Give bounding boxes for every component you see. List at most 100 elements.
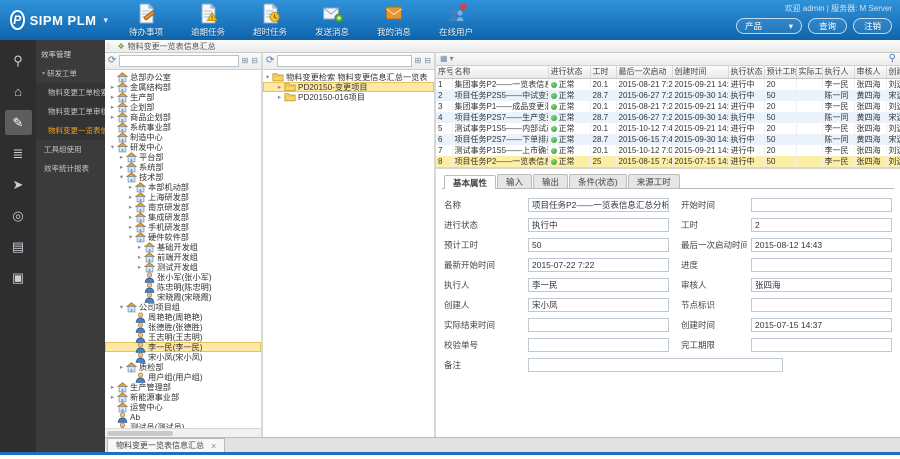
expand-all-icon[interactable]: ⊞ xyxy=(242,57,249,65)
sidebar-item-0[interactable]: ▾研发工单 xyxy=(36,64,105,83)
expand-arrow-icon[interactable]: ▸ xyxy=(108,383,117,391)
expand-all-icon[interactable]: ⊞ xyxy=(415,57,422,65)
field-value[interactable] xyxy=(751,298,892,312)
tree-node[interactable]: ▸金属结构部 xyxy=(105,82,261,92)
refresh-icon[interactable]: ⟳ xyxy=(108,56,116,66)
expand-arrow-icon[interactable]: ▸ xyxy=(135,263,144,271)
refresh-icon[interactable]: ⟳ xyxy=(266,56,274,66)
bottom-tab-active[interactable]: 物料变更一览表信息汇总 × xyxy=(107,438,225,452)
org-tree-hscrollbar[interactable] xyxy=(105,428,261,437)
column-header[interactable]: 执行状态 xyxy=(728,66,764,78)
tree-node[interactable]: ▾研发中心 xyxy=(105,142,261,152)
monitor-icon[interactable]: ▣ xyxy=(5,265,32,290)
detail-tab-1[interactable]: 输入 xyxy=(497,174,532,188)
tree-node[interactable]: ▸企划部 xyxy=(105,102,261,112)
tree-node[interactable]: 系统事业部 xyxy=(105,122,261,132)
column-header[interactable]: 进行状态 xyxy=(548,66,590,78)
expand-arrow-icon[interactable]: ▸ xyxy=(108,113,117,121)
todo-doc-button[interactable]: 待办事项 xyxy=(118,1,174,38)
explore-icon[interactable]: ⚲ xyxy=(5,48,32,73)
field-value[interactable] xyxy=(528,338,669,352)
expand-arrow-icon[interactable]: ▸ xyxy=(135,253,144,261)
logout-button[interactable]: 注销 xyxy=(853,18,892,34)
table-row[interactable]: 3集团事务P1——成品变更汇…正常20.12015-08-21 7:222015… xyxy=(436,101,900,112)
tree-node[interactable]: ▸商品企划部 xyxy=(105,112,261,122)
field-value[interactable]: 李一民 xyxy=(528,278,669,292)
field-value[interactable]: 50 xyxy=(528,238,669,252)
field-value[interactable]: 张四海 xyxy=(751,278,892,292)
field-value[interactable]: 2015-08-12 14:43 xyxy=(751,238,892,252)
tree-node[interactable]: 用户组(用户组) xyxy=(105,372,261,382)
expand-arrow-icon[interactable]: ▸ xyxy=(108,103,117,111)
org-filter-input[interactable] xyxy=(119,55,238,67)
expand-arrow-icon[interactable]: ▾ xyxy=(117,173,126,181)
field-value[interactable]: 执行中 xyxy=(528,218,669,232)
collapse-all-icon[interactable]: ⊟ xyxy=(424,57,431,65)
sidebar-item-2[interactable]: 物料变更工单审核检索 xyxy=(36,102,105,121)
tree-node[interactable]: ▸PD20150-016项目 xyxy=(263,92,434,102)
expand-arrow-icon[interactable]: ▸ xyxy=(117,153,126,161)
home-icon[interactable]: ⌂ xyxy=(5,79,32,104)
caret-down-icon[interactable]: ▾ xyxy=(450,55,454,63)
field-value[interactable] xyxy=(751,258,892,272)
project-filter-input[interactable] xyxy=(277,55,411,67)
overdue-doc-button[interactable]: 逾期任务 xyxy=(180,1,236,38)
expand-arrow-icon[interactable]: ▸ xyxy=(117,163,126,171)
edit-icon[interactable]: ✎ xyxy=(5,110,32,135)
data-icon[interactable]: ≣ xyxy=(5,141,32,166)
field-value[interactable] xyxy=(528,358,783,372)
expand-arrow-icon[interactable]: ▸ xyxy=(275,83,284,91)
close-icon[interactable]: × xyxy=(211,441,216,451)
tree-node[interactable]: 宋晓霞(宋晓霞) xyxy=(105,292,261,302)
sidebar-item-5[interactable]: 效率统计报表 xyxy=(36,159,105,178)
expand-arrow-icon[interactable]: ▸ xyxy=(126,223,135,231)
sidebar-item-1[interactable]: 物料变更工单检索 xyxy=(36,83,105,102)
table-row[interactable]: 5测试事务P1S5——内部试产…正常20.12015-10-12 7:42201… xyxy=(436,123,900,134)
table-row[interactable]: 6项目任务P2S7——下单排产正常28.72015-06-15 7:422015… xyxy=(436,134,900,145)
tree-node[interactable]: ▸生产部 xyxy=(105,92,261,102)
expand-arrow-icon[interactable]: ▸ xyxy=(126,193,135,201)
expand-arrow-icon[interactable]: ▸ xyxy=(135,243,144,251)
send-icon[interactable]: ➤ xyxy=(5,172,32,197)
my-message-button[interactable]: 我的消息 xyxy=(366,1,422,38)
table-row[interactable]: 1集团事务P2——一览表信息汇…正常20.12015-08-21 7:22201… xyxy=(436,78,900,90)
tree-node[interactable]: 制造中心 xyxy=(105,132,261,142)
expand-arrow-icon[interactable]: ▸ xyxy=(117,363,126,371)
timeout-doc-button[interactable]: 超时任务 xyxy=(242,1,298,38)
tree-node[interactable]: 运营中心 xyxy=(105,402,261,412)
tree-node[interactable]: ▸系统部 xyxy=(105,162,261,172)
sidebar-item-3[interactable]: 物料变更一览表信息汇总 xyxy=(36,121,105,140)
expand-arrow-icon[interactable]: ▸ xyxy=(108,93,117,101)
tree-node[interactable]: ▸新能源事业部 xyxy=(105,392,261,402)
tree-node[interactable]: 总部办公室 xyxy=(105,72,261,82)
view-mode-icon[interactable]: ▦ xyxy=(440,55,448,63)
table-row[interactable]: 2项目任务P2S5——中试变更正常28.72015-06-27 7:252015… xyxy=(436,90,900,101)
column-header[interactable]: 序号 xyxy=(436,66,452,78)
field-value[interactable]: 2 xyxy=(751,218,892,232)
column-header[interactable]: 预计工时 xyxy=(764,66,796,78)
send-message-button[interactable]: 发送消息 xyxy=(304,1,360,38)
column-header[interactable]: 执行人 xyxy=(822,66,854,78)
expand-arrow-icon[interactable]: ▸ xyxy=(126,183,135,191)
expand-arrow-icon[interactable]: ▾ xyxy=(117,303,126,311)
column-header[interactable]: 最后一次启动 xyxy=(616,66,672,78)
query-button[interactable]: 查询 xyxy=(808,18,847,34)
field-value[interactable]: 项目任务P2——一览表信息汇总分析1 xyxy=(528,198,669,212)
expand-arrow-icon[interactable]: ▸ xyxy=(126,213,135,221)
tree-node[interactable]: ▸生产管理部 xyxy=(105,382,261,392)
doc-tab-active[interactable]: ❖ 物料变更一览表信息汇总 xyxy=(111,40,221,52)
search-icon[interactable]: ⚲ xyxy=(889,54,896,64)
app-logo[interactable]: P SIPM PLM ▾ xyxy=(0,10,118,30)
table-row[interactable]: 8项目任务P2——一览表信息汇总分析1正常252015-08-15 7:4220… xyxy=(436,156,900,167)
column-header[interactable]: 审核人 xyxy=(854,66,886,78)
online-users-button[interactable]: 在线用户 xyxy=(428,1,484,38)
expand-arrow-icon[interactable]: ▾ xyxy=(126,233,135,241)
expand-arrow-icon[interactable]: ▸ xyxy=(126,203,135,211)
column-header[interactable]: 实际工时 xyxy=(796,66,822,78)
field-value[interactable]: 2015-07-22 7:22 xyxy=(528,258,669,272)
column-header[interactable]: 创建时间 xyxy=(672,66,728,78)
field-value[interactable] xyxy=(751,338,892,352)
column-header[interactable]: 创建人 xyxy=(886,66,900,78)
collapse-all-icon[interactable]: ⊟ xyxy=(251,57,258,65)
table-row[interactable]: 7测试事务P1S5——上市确认…正常20.12015-10-12 7:02201… xyxy=(436,145,900,156)
